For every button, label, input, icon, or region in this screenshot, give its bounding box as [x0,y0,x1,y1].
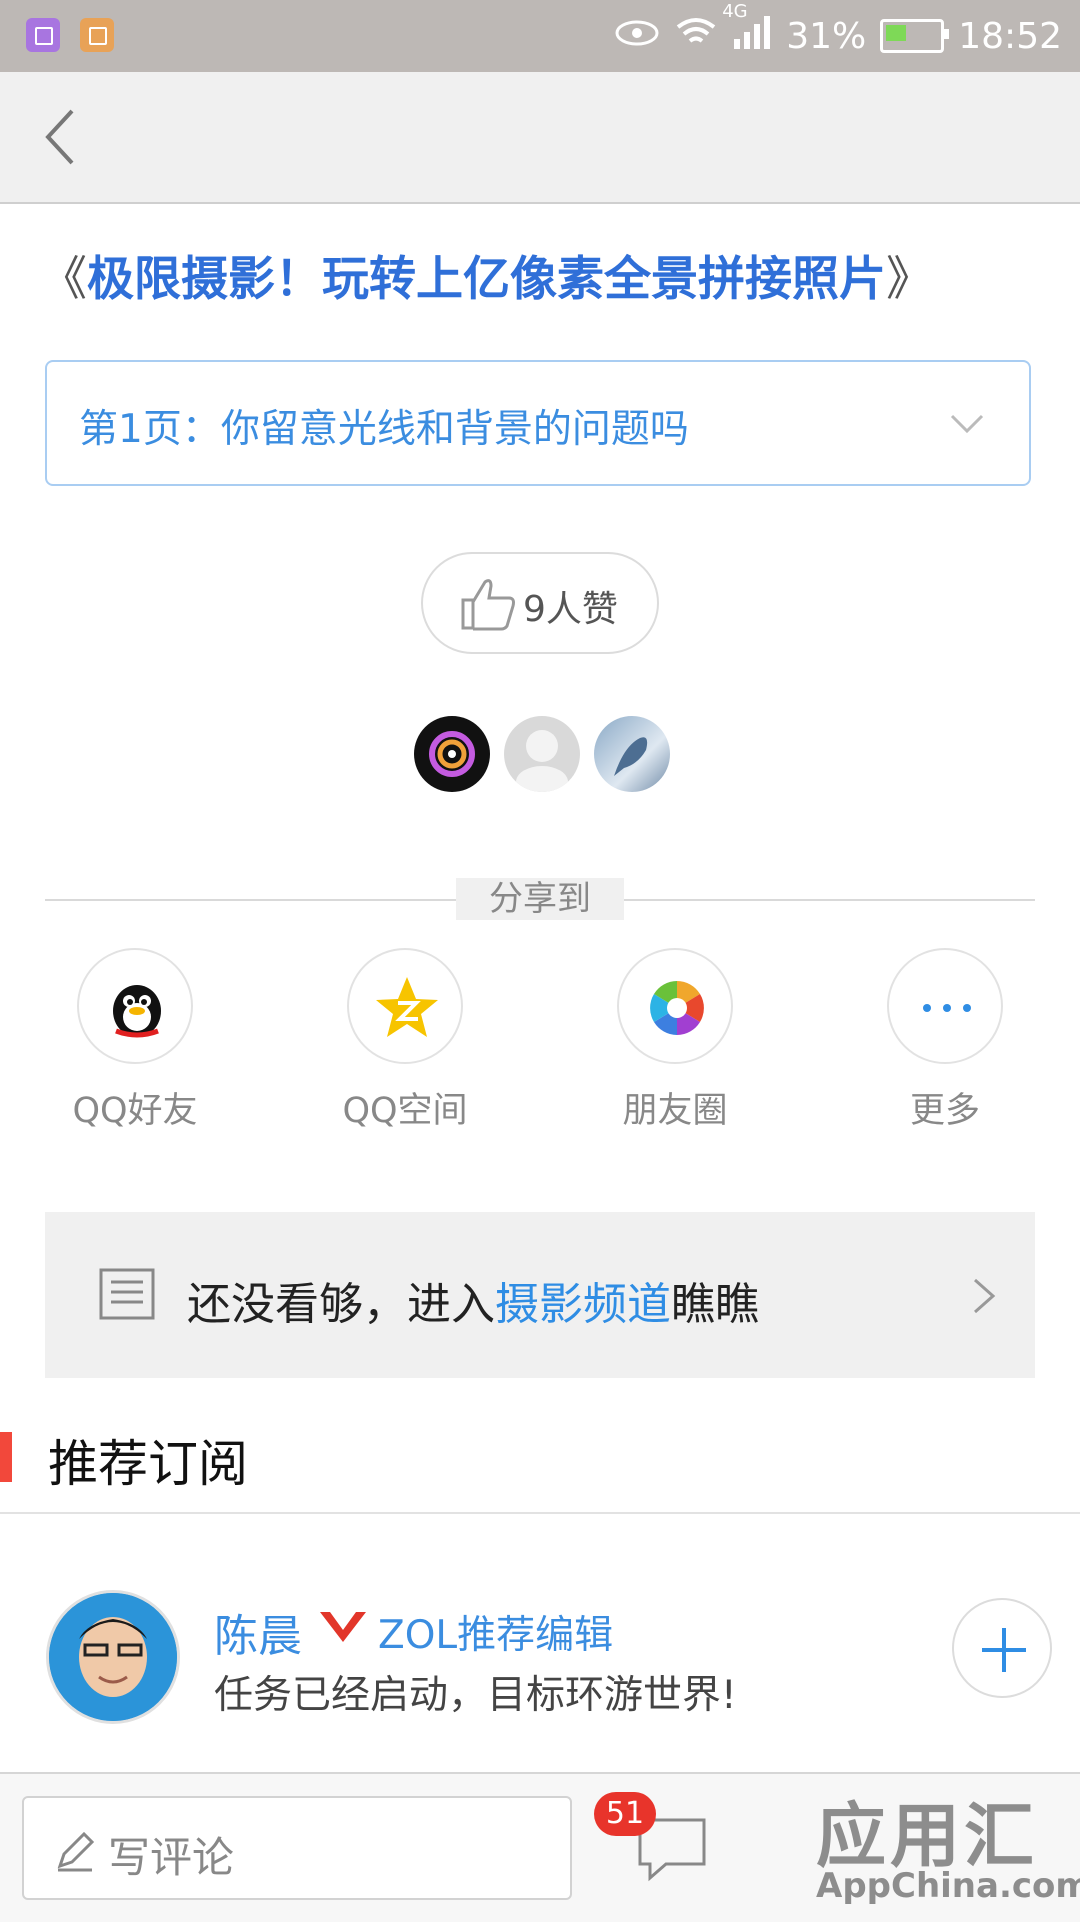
banner-prefix: 还没看够，进入 [187,1279,495,1330]
notification-gallery-icon [26,18,60,52]
title-open-bracket: 《 [40,252,87,307]
more-dots-icon [887,948,1003,1064]
plus-icon [982,1628,1026,1672]
pen-icon [57,1831,95,1872]
section-accent-bar [0,1432,12,1482]
bottom-bar: 写评论 51 应用汇 AppChina.com [0,1772,1080,1922]
share-label-more: 更多 [909,1091,980,1131]
liker-avatar[interactable] [414,716,490,792]
share-qzone[interactable]: QQ空间 [305,948,505,1131]
title-close-bracket: 》 [886,252,933,307]
moments-shutter-icon [617,948,733,1064]
channel-banner-text: 还没看够，进入摄影频道瞧瞧 [187,1268,759,1332]
share-heading: 分享到 [456,878,624,920]
banner-suffix: 瞧瞧 [671,1279,759,1330]
comment-placeholder: 写评论 [108,1833,235,1882]
recommend-heading: 推荐订阅 [48,1435,248,1493]
battery-icon [880,19,950,53]
like-button[interactable]: 9人赞 [421,552,659,654]
share-label-qq-friend: QQ好友 [72,1091,198,1131]
network-type: 4G [722,0,748,22]
nav-bar [0,72,1080,204]
title-text: 极限摄影！玩转上亿像素全景拼接照片 [87,252,886,307]
follow-button[interactable] [952,1598,1052,1698]
watermark-domain: AppChina.com [816,1866,1080,1906]
status-bar: 4G 31% 18:52 [0,0,1080,72]
share-qq-friend[interactable]: QQ好友 [35,948,235,1131]
share-label-qzone: QQ空间 [342,1091,468,1131]
author-name[interactable]: 陈晨 [214,1600,302,1664]
share-more[interactable]: 更多 [845,948,1045,1131]
author-role: ZOL推荐编辑 [378,1613,614,1658]
page-selector[interactable]: 第1页：你留意光线和背景的问题吗 [45,360,1031,486]
chevron-right-icon [974,1278,996,1314]
author-description: 任务已经启动，目标环游世界! [214,1673,737,1718]
comment-count-badge: 51 [594,1792,656,1836]
verified-v-icon [320,1612,366,1642]
like-count: 9人赞 [523,589,618,630]
clock: 18:52 [958,15,1062,57]
liker-avatar[interactable] [594,716,670,792]
document-icon [99,1268,155,1320]
notification-image-icon [80,18,114,52]
comment-input[interactable]: 写评论 [22,1796,572,1900]
chevron-down-icon [950,414,984,434]
section-divider [0,1512,1080,1514]
share-label-moments: 朋友圈 [622,1091,728,1131]
qzone-star-icon [347,948,463,1064]
author-avatar[interactable] [46,1590,180,1724]
share-moments[interactable]: 朋友圈 [575,948,775,1131]
wifi-icon [674,15,718,58]
page-selector-label: 第1页：你留意光线和背景的问题吗 [79,407,689,452]
battery-percent: 31% [786,15,867,57]
qq-penguin-icon [77,948,193,1064]
photography-channel-link[interactable]: 还没看够，进入摄影频道瞧瞧 [45,1212,1035,1378]
back-arrow-icon[interactable] [40,107,80,167]
article-title: 《极限摄影！玩转上亿像素全景拼接照片》 [40,240,1050,309]
liker-avatar[interactable] [504,716,580,792]
banner-channel-name: 摄影频道 [495,1279,671,1330]
eye-comfort-icon [614,16,660,57]
thumbs-up-icon [461,579,515,631]
signal-icon: 4G [722,1,772,58]
